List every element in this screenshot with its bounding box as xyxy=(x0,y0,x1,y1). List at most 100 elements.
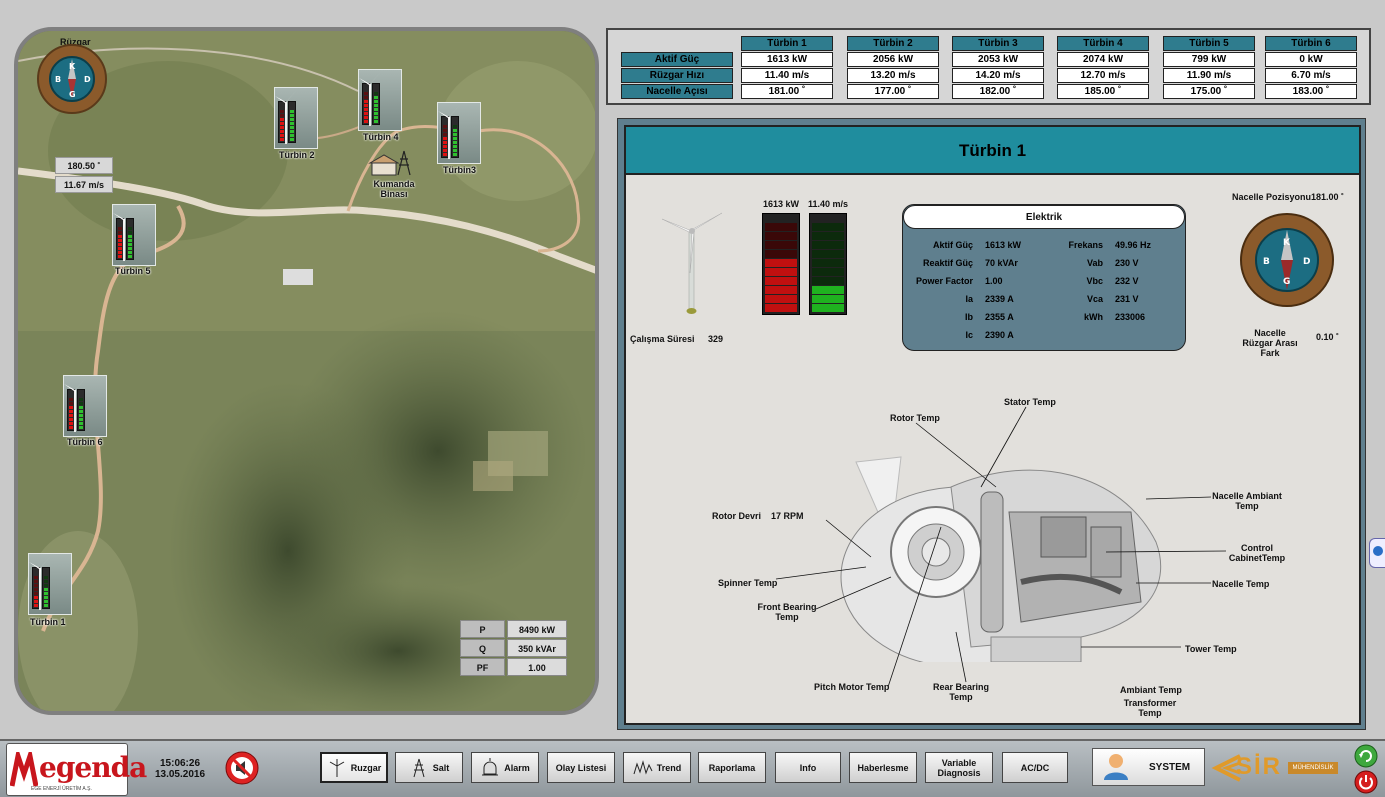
table-header-turbine-4[interactable]: Türbin 4 xyxy=(1057,36,1149,51)
bar-segment xyxy=(812,223,844,231)
table-cell: 182.00 ˚ xyxy=(952,84,1044,99)
system-user-button[interactable]: SYSTEM xyxy=(1092,748,1205,786)
nav-button-raporlama[interactable]: Raporlama xyxy=(698,752,766,783)
map-turbine-1-label: Türbin 1 xyxy=(30,617,66,627)
elec-label: Reaktif Güç xyxy=(922,258,973,268)
map-turbine-4[interactable] xyxy=(358,69,402,131)
wind-speed-value: 11.67 m/s xyxy=(55,176,113,193)
turbine-icon xyxy=(29,557,50,610)
map-turbine-1[interactable] xyxy=(28,553,72,615)
nav-button-trend[interactable]: Trend xyxy=(623,752,691,783)
bar-segment xyxy=(765,286,797,294)
bar-segment xyxy=(812,304,844,312)
elec-label: Frekans xyxy=(1068,240,1103,250)
side-help-tab[interactable] xyxy=(1369,538,1385,568)
q-label: Q xyxy=(460,639,505,657)
table-header-turbine-2[interactable]: Türbin 2 xyxy=(847,36,939,51)
turbine-detail-panel: Türbin 1 Çalışma Süresi 329 1613 kW 11.4… xyxy=(617,118,1366,730)
elec-label: Aktif Güç xyxy=(932,240,973,250)
nacelle-compass-icon: K G D B xyxy=(1240,213,1334,307)
wind-turbine-icon xyxy=(661,212,723,314)
nav-button-label: Trend xyxy=(656,762,682,773)
svg-text:K: K xyxy=(1283,238,1291,248)
table-header-turbine-3[interactable]: Türbin 3 xyxy=(952,36,1044,51)
pitch-motor-temp-label[interactable]: Pitch Motor Temp xyxy=(814,682,889,692)
runtime-value: 329 xyxy=(708,334,724,344)
nav-button-ac-dc[interactable]: AC/DC xyxy=(1002,752,1068,783)
pylon-icon xyxy=(413,758,425,777)
elec-value: 49.96 Hz xyxy=(1115,240,1152,250)
nacelle-temp-label[interactable]: Nacelle Temp xyxy=(1212,579,1269,589)
table-cell: 185.00 ˚ xyxy=(1057,84,1149,99)
table-header-turbine-1[interactable]: Türbin 1 xyxy=(741,36,833,51)
map-turbine-5[interactable] xyxy=(112,204,156,266)
nav-button-label: Ruzgar xyxy=(350,762,382,773)
elec-label: kWh xyxy=(1084,312,1103,322)
pf-label: PF xyxy=(460,658,505,676)
nav-button-olay-listesi[interactable]: Olay Listesi xyxy=(547,752,615,783)
spinner-temp-label[interactable]: Spinner Temp xyxy=(718,578,777,588)
map-turbine-5-label: Türbin 5 xyxy=(115,266,151,276)
bar-segment xyxy=(765,295,797,303)
rotor-temp-label[interactable]: Rotor Temp xyxy=(890,413,940,423)
rear-bearing-temp-label[interactable]: Rear Bearing Temp xyxy=(931,682,991,702)
map-turbine-3[interactable] xyxy=(437,102,481,164)
power-level-bar xyxy=(762,213,800,315)
table-cell: 11.90 m/s xyxy=(1163,68,1255,83)
turbine-icon xyxy=(438,106,459,159)
company-logo: egenda EGE ENERJİ ÜRETİM A.Ş. xyxy=(6,743,147,796)
bar-segment xyxy=(765,268,797,276)
table-header-turbine-5[interactable]: Türbin 5 xyxy=(1163,36,1255,51)
nav-button-label: Haberlesme xyxy=(857,762,909,773)
map-turbine-2[interactable] xyxy=(274,87,318,149)
nav-button-label: Olay Listesi xyxy=(555,762,607,773)
front-bearing-temp-label[interactable]: Front Bearing Temp xyxy=(757,602,817,622)
turbine-icon xyxy=(113,208,134,261)
turbine-icon xyxy=(329,758,344,777)
bar-segment xyxy=(812,277,844,285)
nav-button-label: AC/DC xyxy=(1020,762,1050,773)
table-header-turbine-6[interactable]: Türbin 6 xyxy=(1265,36,1357,51)
control-building-icon[interactable] xyxy=(368,149,416,179)
nacelle-ambiant-temp-label[interactable]: Nacelle Ambiant Temp xyxy=(1212,491,1282,511)
table-cell: 12.70 m/s xyxy=(1057,68,1149,83)
table-cell: 175.00 ˚ xyxy=(1163,84,1255,99)
map-turbine-6-label: Türbin 6 xyxy=(67,437,103,447)
trend-icon xyxy=(633,759,653,775)
nav-button-ruzgar[interactable]: Ruzgar xyxy=(320,752,388,783)
ambiant-temp-label[interactable]: Ambiant Temp xyxy=(1120,685,1182,695)
compass-dial-icon: K G D B xyxy=(37,44,107,114)
control-cabinet-temp-label[interactable]: Control CabinetTemp xyxy=(1227,543,1287,563)
stator-temp-label[interactable]: Stator Temp xyxy=(1004,397,1056,407)
wind-compass: Rüzgar K G D B 180.50 ˚ 11.67 m/s xyxy=(36,37,113,193)
row-header-nacelle-angle: Nacelle Açısı xyxy=(621,84,733,99)
elec-label: Power Factor xyxy=(915,276,973,286)
elec-label: Ia xyxy=(965,294,973,304)
runtime-label: Çalışma Süresi xyxy=(630,334,695,344)
turbine-summary-table: Aktif Güç Rüzgar Hızı Nacelle Açısı Türb… xyxy=(606,28,1371,105)
tower-temp-label[interactable]: Tower Temp xyxy=(1185,644,1237,654)
logo-text: egenda xyxy=(39,751,147,784)
nav-button-variable-diagnosis[interactable]: Variable Diagnosis xyxy=(925,752,993,783)
bar-segment xyxy=(765,241,797,249)
table-cell: 799 kW xyxy=(1163,52,1255,67)
nav-button-info[interactable]: Info xyxy=(775,752,841,783)
nav-button-salt[interactable]: Salt xyxy=(395,752,463,783)
mute-alarm-icon[interactable] xyxy=(225,751,259,785)
nav-button-alarm[interactable]: Alarm xyxy=(471,752,539,783)
q-value: 350 kVAr xyxy=(507,639,567,657)
transformer-temp-label[interactable]: Transformer Temp xyxy=(1120,698,1180,718)
nacelle-diff-label: Nacelle Rüzgar Arası Fark xyxy=(1242,328,1298,358)
egenda-logo-mark-icon xyxy=(10,752,38,787)
nav-button-label: Raporlama xyxy=(708,762,756,773)
nav-button-haberlesme[interactable]: Haberlesme xyxy=(849,752,917,783)
elec-label: Vbc xyxy=(1086,276,1103,286)
bar-segment xyxy=(812,250,844,258)
refresh-icon[interactable] xyxy=(1354,744,1378,768)
power-off-icon[interactable] xyxy=(1354,770,1378,794)
elec-value: 70 kVAr xyxy=(985,258,1018,268)
map-turbine-6[interactable] xyxy=(63,375,107,437)
brand-text: SİR xyxy=(1236,753,1283,780)
bar-segment xyxy=(812,259,844,267)
wind-level-bar xyxy=(809,213,847,315)
